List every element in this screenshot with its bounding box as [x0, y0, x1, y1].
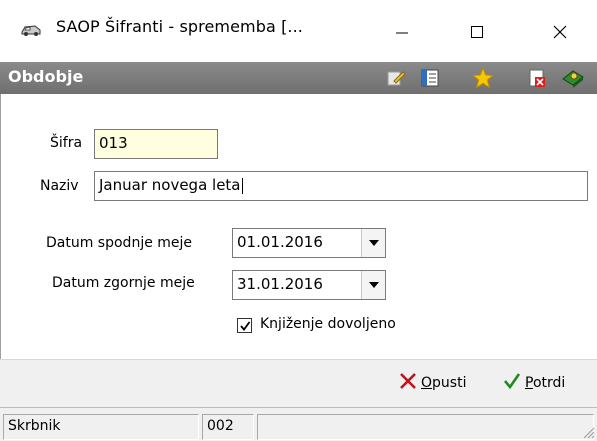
resize-grip-icon[interactable]: [581, 425, 595, 439]
form-header: Obdobje: [0, 62, 597, 94]
datum-zgornje-value: 31.01.2016: [237, 275, 323, 293]
sifra-label: Šifra: [50, 135, 83, 151]
status-code: 002: [202, 414, 254, 440]
chevron-down-icon[interactable]: [361, 229, 385, 257]
close-icon: [399, 372, 417, 394]
status-message: [257, 414, 594, 440]
naziv-label: Naziv: [40, 178, 79, 194]
naziv-field[interactable]: Januar novega leta: [94, 171, 588, 201]
properties-icon[interactable]: [418, 66, 442, 90]
window-title: SAOP Šifranti - sprememba [...: [56, 17, 303, 36]
cancel-button[interactable]: Opusti: [399, 372, 466, 394]
chevron-down-icon[interactable]: [361, 271, 385, 299]
datum-spodnje-label: Datum spodnje meje: [46, 235, 193, 251]
action-bar: Opusti Potrdi: [0, 359, 597, 407]
close-button[interactable]: [530, 8, 590, 56]
form-title: Obdobje: [8, 67, 84, 86]
datum-spodnje-picker[interactable]: 01.01.2016: [232, 228, 386, 258]
naziv-value: Januar novega leta: [99, 176, 241, 194]
confirm-button[interactable]: Potrdi: [503, 372, 565, 394]
help-book-icon[interactable]: [561, 66, 585, 90]
car-icon: [20, 22, 42, 38]
checkmark-icon: [503, 372, 521, 394]
confirm-label: Potrdi: [525, 375, 566, 391]
edit-icon[interactable]: [384, 66, 408, 90]
maximize-button[interactable]: [447, 8, 507, 56]
datum-zgornje-picker[interactable]: 31.01.2016: [232, 270, 386, 300]
knjizenje-label: Knjiženje dovoljeno: [260, 316, 396, 332]
status-bar: Skrbnik 002: [0, 407, 597, 441]
datum-zgornje-label: Datum zgornje meje: [52, 275, 195, 291]
status-user: Skrbnik: [3, 414, 199, 440]
knjizenje-checkbox[interactable]: [237, 318, 252, 333]
sifra-field[interactable]: 013: [94, 129, 218, 159]
favorite-star-icon[interactable]: [471, 66, 495, 90]
window-titlebar: SAOP Šifranti - sprememba [...: [0, 0, 597, 62]
form-body: Šifra 013 Naziv Januar novega leta Datum…: [0, 94, 597, 359]
minimize-button[interactable]: [372, 8, 432, 56]
delete-document-icon[interactable]: [525, 66, 549, 90]
datum-spodnje-value: 01.01.2016: [237, 233, 323, 251]
cancel-label: Opusti: [421, 375, 467, 391]
